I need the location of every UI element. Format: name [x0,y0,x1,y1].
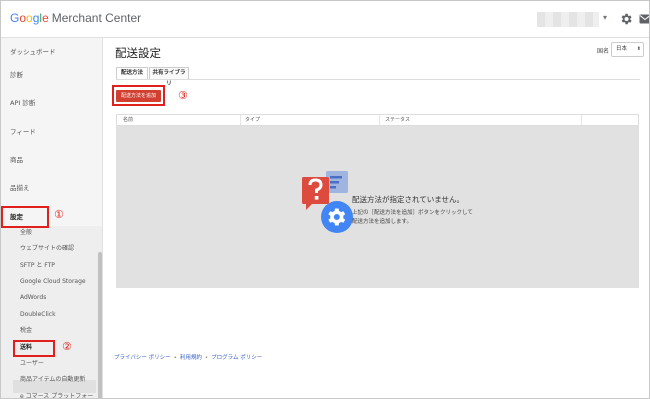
sidebar-item-api-diagnostics[interactable]: API 診断 [1,89,102,117]
highlight-box-add-button [112,85,165,106]
empty-state-title: 配送方法が指定されていません。 [352,195,465,204]
gear-icon[interactable] [619,12,633,26]
submenu-item-ecommerce-platform[interactable]: e コマース プラットフォー [13,389,97,398]
sidebar-item-assortment[interactable]: 品揃え [1,174,102,202]
sidebar-item-products[interactable]: 商品 [1,146,102,174]
empty-state-description: 上記の［配送方法を追加］ボタンをクリックして [352,210,473,216]
select-arrows-icon: ⬍ [636,46,641,52]
column-header-type[interactable]: タイプ [245,115,260,125]
logo-letter: o [26,11,33,25]
page-title: 配送設定 [115,46,161,60]
submenu-item-doubleclick[interactable]: DoubleClick [13,307,97,323]
program-policy-link[interactable]: プログラム ポリシー [211,355,262,361]
submenu-item-auto-item-updates[interactable]: 商品アイテムの自動更新 [13,372,97,388]
submenu-item-cloud-storage[interactable]: Google Cloud Storage [13,274,97,290]
footer-separator: • [204,355,209,361]
column-divider [581,115,582,125]
footer-separator: • [173,355,177,361]
country-label: 国名 [597,48,610,55]
merchant-center-logo[interactable]: Google Merchant Center [10,11,141,25]
chevron-down-icon[interactable]: ▾ [603,13,607,22]
empty-state-description: 配送方法を追加します。 [352,219,412,225]
empty-table-area: 配送方法が指定されていません。 上記の［配送方法を追加］ボタンをクリックして 配… [116,126,639,288]
app-window: Google Merchant Center ▾ ダッシュボード 診断 API 診… [0,0,650,399]
column-divider [379,115,380,125]
country-select-value: 日本 [616,46,628,52]
submenu-item-website-verification[interactable]: ウェブサイトの確認 [13,241,97,257]
submenu-item-sftp-ftp[interactable]: SFTP と FTP [13,258,97,274]
highlight-box-shipping [13,340,55,357]
privacy-policy-link[interactable]: プライバシー ポリシー [114,355,171,361]
step-marker-2: ② [62,340,72,353]
submenu-item-users[interactable]: ユーザー [13,356,97,372]
column-header-name[interactable]: 名前 [123,115,133,125]
table-header: 名前 タイプ ステータス [116,114,639,126]
logo-letter: G [10,11,20,25]
step-marker-1: ① [54,208,64,221]
logo-product-name: Merchant Center [51,11,142,25]
sidebar-item-feeds[interactable]: フィード [1,118,102,146]
column-header-status[interactable]: ステータス [385,115,410,125]
country-select[interactable]: 日本 ⬍ [611,42,644,57]
highlight-box-settings [1,206,49,228]
account-selector[interactable] [537,12,599,27]
footer-links: プライバシー ポリシー • 利用規約 • プログラム ポリシー [114,353,262,361]
tab-divider [116,79,640,80]
logo-letter: e [42,11,49,25]
empty-state-illustration-icon [302,171,353,233]
submenu-item-adwords[interactable]: AdWords [13,290,97,306]
top-bar: Google Merchant Center ▾ [1,1,650,38]
scrollbar[interactable] [98,252,102,398]
column-divider [240,115,241,125]
mail-icon[interactable] [639,14,650,24]
submenu-item-tax[interactable]: 税金 [13,323,97,339]
sidebar-item-diagnostics[interactable]: 診断 [1,61,102,89]
terms-link[interactable]: 利用規約 [180,355,202,361]
main-content: 配送設定 国名 日本 ⬍ 配送方法 共有ライブラリ 配送方法を追加 名前 タイプ… [103,38,649,398]
